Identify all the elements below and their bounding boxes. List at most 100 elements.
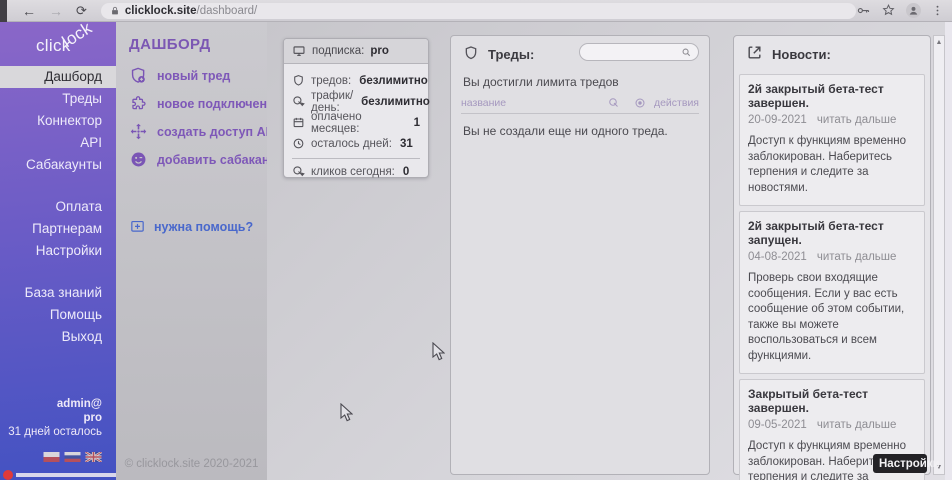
uk-flag-icon[interactable] (85, 452, 102, 462)
divider (292, 158, 420, 159)
sub-row-paid-months: оплачено месяцев: 1 (292, 112, 420, 133)
browser-toolbar: ← → ⟳ clicklock.site/dashboard/ (0, 0, 952, 22)
add-subaccount-button[interactable]: добавить сабаканут (129, 150, 283, 169)
sidebar: clicklock Дашборд Треды Коннектор API Са… (0, 22, 116, 480)
sub-row-traffic: трафик/день: безлимитно (292, 91, 420, 112)
news-item-date: 09-05-2021 (748, 419, 807, 431)
news-list: 2й закрытый бета-тест завершен. 20-09-20… (734, 70, 930, 480)
new-thread-button[interactable]: новый тред (129, 66, 230, 85)
back-button[interactable]: ← (22, 0, 36, 22)
sub-row-days-left: осталось дней: 31 (292, 133, 420, 154)
url-path: /dashboard/ (197, 5, 258, 17)
new-thread-label: новый тред (157, 69, 230, 83)
news-item: 2й закрытый бета-тест запущен. 04-08-202… (739, 211, 925, 374)
video-progress-bar[interactable] (16, 473, 116, 477)
new-connection-label: новое подключение (157, 97, 282, 111)
threads-empty-message: Вы не создали еще ни одного треда. (451, 114, 709, 148)
sidebar-item-subaccounts[interactable]: Сабакаунты (0, 154, 116, 176)
profile-avatar[interactable] (906, 3, 921, 18)
sidebar-item-knowledge-base[interactable]: База знаний (0, 282, 116, 304)
read-more-link[interactable]: читать дальше (817, 114, 897, 126)
click-icon (292, 95, 305, 108)
sidebar-item-help[interactable]: Помощь (0, 304, 116, 326)
add-subaccount-label: добавить сабаканут (157, 153, 283, 167)
dashboard-actions-panel: ДАШБОРД новый тред новое подключение соз… (116, 22, 267, 480)
url-host: clicklock.site (125, 5, 197, 17)
account-plan: pro (8, 412, 102, 426)
browser-menu-icon[interactable] (931, 4, 944, 17)
search-icon (681, 47, 692, 58)
language-switcher (43, 452, 102, 462)
window-edge (0, 0, 7, 22)
news-item-title: Закрытый бета-тест завершен. (748, 387, 916, 415)
sidebar-item-threads[interactable]: Треды (0, 88, 116, 110)
create-api-access-label: создать доступ API (157, 125, 277, 139)
settings-button[interactable]: Настройки (873, 454, 927, 473)
account-info: admin@ pro 31 дней осталось (8, 398, 102, 439)
clock-icon (292, 137, 305, 150)
news-item-title: 2й закрытый бета-тест запущен. (748, 219, 916, 247)
click-column-icon[interactable] (608, 97, 620, 109)
threads-search-input[interactable] (586, 45, 681, 59)
subscription-card: подписка: pro тредов: безлимитно (283, 38, 429, 178)
sidebar-item-logout[interactable]: Выход (0, 326, 116, 348)
new-connection-button[interactable]: новое подключение (129, 94, 282, 113)
account-email: admin@ (8, 398, 102, 412)
reload-button[interactable]: ⟳ (76, 0, 87, 22)
threads-title: Треды: (488, 47, 534, 62)
monitor-icon (292, 44, 306, 58)
news-item-title: 2й закрытый бета-тест завершен. (748, 82, 916, 110)
news-scrollbar[interactable]: ▲ ▼ (933, 35, 945, 475)
account-days-left: 31 дней осталось (8, 426, 102, 440)
main-content: подписка: pro тредов: безлимитно (267, 22, 952, 480)
subscription-plan-value: pro (370, 45, 389, 57)
face-icon (129, 150, 148, 169)
threads-table-header: название действия (461, 97, 699, 114)
sidebar-nav: Дашборд Треды Коннектор API Сабакаунты О… (0, 66, 116, 348)
threads-search[interactable] (579, 43, 699, 61)
mouse-cursor (340, 403, 353, 427)
mouse-cursor (432, 342, 445, 366)
sidebar-item-payment[interactable]: Оплата (0, 196, 116, 218)
need-help-label: нужна помощь? (154, 220, 253, 234)
calendar-icon (292, 116, 305, 129)
bookmark-star-icon[interactable] (881, 3, 896, 18)
url-text: clicklock.site/dashboard/ (125, 5, 257, 17)
sub-row-threads: тредов: безлимитно (292, 70, 420, 91)
russia-flag-icon[interactable] (64, 452, 81, 462)
help-plus-icon (129, 218, 146, 235)
puzzle-icon (129, 94, 148, 113)
page-scroll-strip[interactable] (945, 22, 952, 480)
news-title: Новости: (772, 47, 831, 62)
read-more-link[interactable]: читать дальше (817, 251, 897, 263)
lock-icon (110, 6, 120, 16)
column-name: название (461, 97, 506, 109)
record-dot (3, 470, 13, 480)
move-arrows-icon (129, 122, 148, 141)
subscription-label: подписка: (312, 45, 364, 57)
news-item-date: 04-08-2021 (748, 251, 807, 263)
subscription-header: подписка: pro (284, 39, 428, 64)
sidebar-item-partners[interactable]: Партнерам (0, 218, 116, 240)
shield-plus-icon (129, 66, 148, 85)
create-api-access-button[interactable]: создать доступ API (129, 122, 277, 141)
need-help-link[interactable]: нужна помощь? (129, 218, 253, 235)
sidebar-item-dashboard[interactable]: Дашборд (0, 66, 116, 88)
sidebar-item-api[interactable]: API (0, 132, 116, 154)
shield-star-column-icon[interactable] (634, 97, 646, 109)
click-icon (292, 165, 305, 178)
logo: clicklock (36, 36, 102, 56)
sidebar-item-settings[interactable]: Настройки (0, 240, 116, 262)
threads-panel: Треды: Вы достигли лимита тредов названи… (450, 35, 710, 475)
key-icon[interactable] (856, 3, 871, 18)
sidebar-item-connector[interactable]: Коннектор (0, 110, 116, 132)
address-bar[interactable]: clicklock.site/dashboard/ (101, 3, 856, 19)
external-link-icon (746, 44, 763, 61)
app-frame: clicklock Дашборд Треды Коннектор API Са… (0, 22, 952, 480)
scroll-up-arrow[interactable]: ▲ (934, 39, 944, 46)
column-actions: действия (654, 97, 699, 109)
news-panel: Новости: 2й закрытый бета-тест завершен.… (733, 35, 931, 475)
poland-flag-icon[interactable] (43, 452, 60, 462)
read-more-link[interactable]: читать дальше (817, 419, 897, 431)
forward-button[interactable]: → (49, 0, 63, 22)
